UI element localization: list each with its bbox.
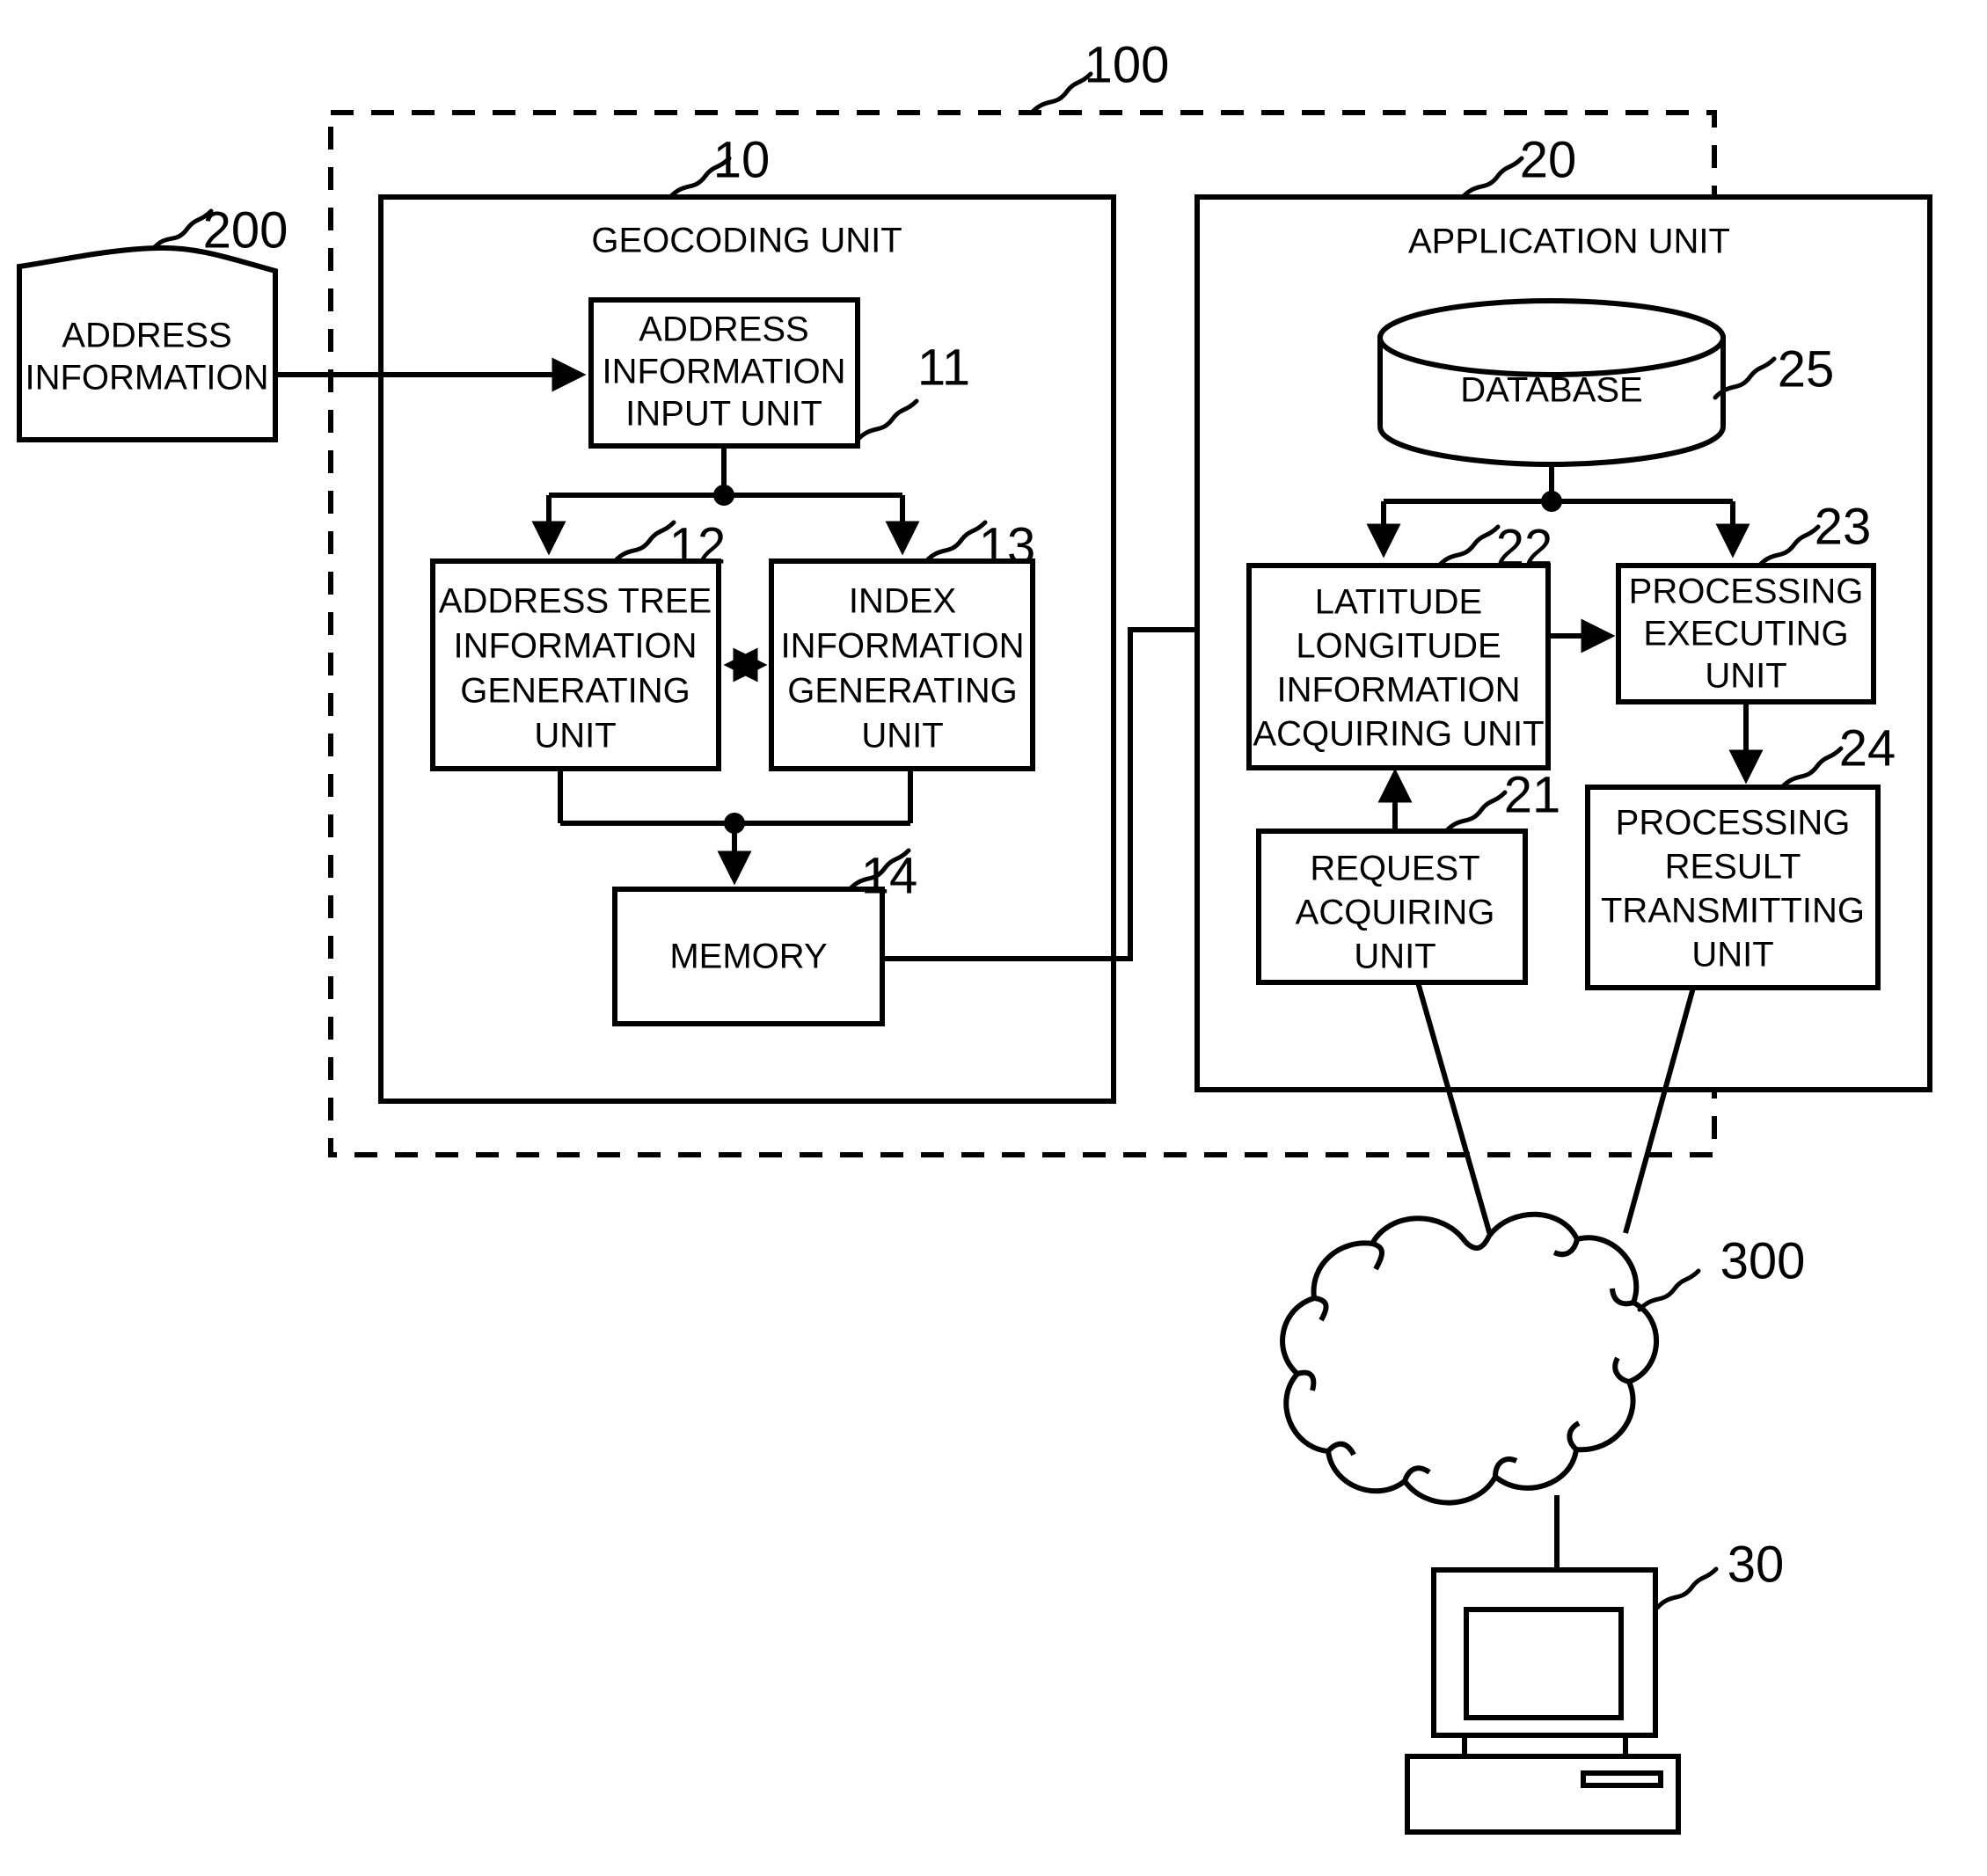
block-24-line-2: RESULT <box>1665 848 1801 887</box>
block-21-line-2: ACQUIRING <box>1296 894 1495 932</box>
ref-number-14: 14 <box>861 847 918 904</box>
leader-line-300 <box>1637 1268 1701 1312</box>
ref-number-200: 200 <box>203 201 289 259</box>
ref-number-11: 11 <box>917 339 970 396</box>
terminal-neck <box>1462 1733 1628 1759</box>
ref-number-25: 25 <box>1778 340 1835 398</box>
block-13-line-2: INFORMATION <box>780 627 1024 666</box>
ref-number-10: 10 <box>713 131 771 188</box>
block-23-line-2: EXECUTING <box>1643 615 1848 653</box>
block-23-line-3: UNIT <box>1705 657 1786 696</box>
block-12-line-1: ADDRESS TREE <box>439 582 712 621</box>
block-24-line-1: PROCESSING <box>1616 804 1851 843</box>
block-22-line-2: LONGITUDE <box>1296 627 1501 666</box>
ref-number-24: 24 <box>1839 719 1896 777</box>
ref-number-22: 22 <box>1496 519 1553 576</box>
ref-number-100: 100 <box>1085 36 1170 93</box>
ref-number-21: 21 <box>1504 766 1561 823</box>
block-22-line-1: LATITUDE <box>1315 583 1482 622</box>
ref-number-30: 30 <box>1728 1536 1785 1593</box>
block-11-line-3: INPUT UNIT <box>625 395 822 434</box>
block-22-line-4: ACQUIRING UNIT <box>1253 715 1544 754</box>
patent-figure-root: 100 200 ADDRESS INFORMATION 10 GEOCODING… <box>0 0 1987 1876</box>
ref-number-13: 13 <box>979 517 1036 574</box>
block-13-line-1: INDEX <box>849 582 956 621</box>
block-14-line-1: MEMORY <box>669 938 827 976</box>
leader-line-30 <box>1655 1566 1719 1610</box>
block-11-line-1: ADDRESS <box>639 310 808 349</box>
block-13-line-3: GENERATING <box>787 672 1018 711</box>
block-25-line-1: DATABASE <box>1460 371 1642 410</box>
geocoding-unit-title: GEOCODING UNIT <box>591 222 902 260</box>
database-cylinder-top <box>1377 298 1726 377</box>
block-24-line-4: UNIT <box>1691 936 1773 974</box>
block-21-line-1: REQUEST <box>1310 850 1479 888</box>
address-information-label-line1: ADDRESS <box>62 317 231 355</box>
block-23-line-1: PROCESSING <box>1629 573 1864 611</box>
network-cloud <box>1280 1211 1659 1506</box>
block-12-line-2: INFORMATION <box>453 627 697 666</box>
terminal-computer[interactable] <box>1405 1567 1681 1835</box>
application-unit-title: APPLICATION UNIT <box>1408 223 1730 261</box>
block-12-line-4: UNIT <box>534 717 616 756</box>
terminal-drive-slot <box>1581 1770 1663 1788</box>
ref-number-23: 23 <box>1815 498 1872 555</box>
ref-number-12: 12 <box>669 517 727 574</box>
block-13-line-4: UNIT <box>861 717 943 756</box>
ref-number-300: 300 <box>1720 1232 1806 1289</box>
terminal-base-chassis <box>1405 1754 1681 1835</box>
terminal-screen <box>1464 1607 1624 1720</box>
address-information-label-line2: INFORMATION <box>25 359 268 398</box>
leader-line-100 <box>1029 71 1093 115</box>
block-21-line-3: UNIT <box>1354 938 1435 976</box>
block-24-line-3: TRANSMITTING <box>1601 892 1865 931</box>
block-12-line-3: GENERATING <box>460 672 690 711</box>
ref-number-20: 20 <box>1520 131 1577 188</box>
block-11-line-2: INFORMATION <box>602 353 845 391</box>
block-22-line-3: INFORMATION <box>1276 671 1520 710</box>
leader-line-20 <box>1460 156 1524 200</box>
block-diagram-canvas: 100 200 ADDRESS INFORMATION 10 GEOCODING… <box>17 36 1932 1835</box>
